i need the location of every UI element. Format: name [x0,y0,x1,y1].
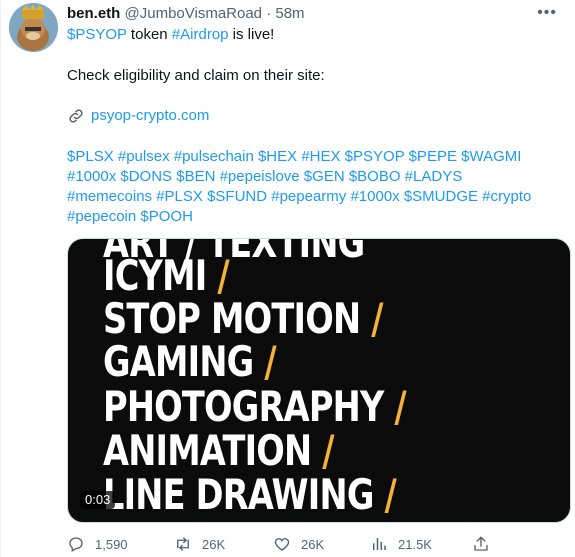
retweet-count: 26K [202,536,226,552]
more-options-icon[interactable]: ••• [537,4,557,22]
separator: · [266,5,272,22]
video-player[interactable]: ART / TEXTING ICYMI / STOP MOTION / GAMI… [67,238,571,523]
text-segment: token [126,26,172,43]
timestamp[interactable]: 58m [275,5,304,22]
video-text-line: ICYMI / [103,251,230,300]
retweet-icon [177,537,189,551]
hashtag-list[interactable]: $PLSX #pulsex #pulsechain $HEX #HEX $PSY… [67,147,547,227]
video-text-line: GAMING / [103,337,277,386]
video-text-line: ANIMATION / [103,426,335,475]
tweet[interactable]: ben.eth @JumboVismaRoad · 58m ••• $PSYOP… [0,0,575,557]
tweet-header: ben.eth @JumboVismaRoad · 58m [67,4,305,24]
avatar[interactable] [9,3,58,52]
video-text-line: STOP MOTION / [103,294,384,343]
url-link[interactable]: psyop-crypto.com [67,106,209,126]
share-button[interactable] [472,535,490,553]
reply-button[interactable]: 1,590 [67,535,128,553]
like-button[interactable]: 26K [273,535,324,553]
views-chart-icon [373,538,386,550]
like-count: 26K [301,536,325,552]
retweet-button[interactable]: 26K [174,535,225,553]
url-text[interactable]: psyop-crypto.com [91,106,209,126]
video-text-line: PHOTOGRAPHY / [103,382,407,431]
action-bar: 1,590 26K 26K 21.5K [67,535,571,557]
tweet-text-line2: Check eligibility and claim on their sit… [67,67,325,84]
video-text-line: LINE DRAWING / [103,470,397,519]
text-segment: is live! [228,26,275,43]
link-icon [69,109,83,123]
share-icon [474,536,488,551]
video-duration: 0:03 [80,491,116,509]
heart-icon [274,538,290,551]
author-handle[interactable]: @JumboVismaRoad [125,5,263,22]
hashtag-link[interactable]: #Airdrop [172,26,229,43]
views-count: 21.5K [398,536,432,552]
cashtag-link[interactable]: $PSYOP [67,26,127,43]
reply-count: 1,590 [95,536,128,552]
views-button[interactable]: 21.5K [370,535,432,553]
reply-icon [69,537,83,552]
tweet-text-line1: $PSYOP token #Airdrop is live! [67,25,557,45]
author-name[interactable]: ben.eth [67,5,120,22]
